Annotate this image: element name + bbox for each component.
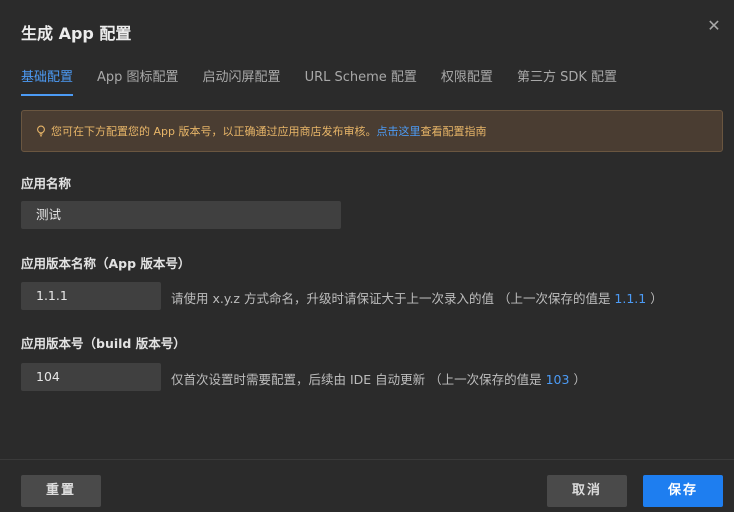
version-name-hint: 请使用 x.y.z 方式命名，升级时请保证大于上一次录入的值 （上一次保存的值是… (171, 288, 663, 307)
tab-third-party-sdk-config[interactable]: 第三方 SDK 配置 (517, 68, 617, 96)
lightbulb-icon (37, 125, 45, 137)
version-name-hint-suffix: ） (646, 291, 663, 306)
generate-app-config-dialog: 生成 App 配置 ✕ 基础配置 App 图标配置 启动闪屏配置 URL Sch… (0, 0, 734, 512)
tab-url-scheme-config[interactable]: URL Scheme 配置 (305, 68, 417, 96)
notice-text: 您可在下方配置您的 App 版本号，以正确通过应用商店发布审核。 (51, 125, 377, 138)
notice-suffix: 查看配置指南 (420, 125, 487, 138)
version-code-hint: 仅首次设置时需要配置，后续由 IDE 自动更新 （上一次保存的值是 103 ） (171, 369, 586, 388)
version-code-hint-suffix: ） (569, 372, 586, 387)
save-button[interactable]: 保存 (643, 475, 723, 507)
app-name-label: 应用名称 (21, 176, 72, 191)
app-name-input[interactable]: 测试 (21, 201, 341, 229)
close-icon[interactable]: ✕ (704, 16, 724, 36)
tab-permission-config[interactable]: 权限配置 (441, 68, 493, 96)
version-code-input[interactable]: 104 (21, 363, 161, 391)
config-tabs: 基础配置 App 图标配置 启动闪屏配置 URL Scheme 配置 权限配置 … (21, 68, 641, 98)
version-name-input[interactable]: 1.1.1 (21, 282, 161, 310)
notice-guide-link[interactable]: 点击这里 (376, 123, 420, 139)
info-notice: 您可在下方配置您的 App 版本号，以正确通过应用商店发布审核。 点击这里 查看配置… (21, 110, 723, 152)
dialog-title: 生成 App 配置 (21, 24, 132, 43)
cancel-button[interactable]: 取消 (547, 475, 627, 507)
version-name-label: 应用版本名称（App 版本号） (21, 256, 191, 271)
version-name-hint-text: 请使用 x.y.z 方式命名，升级时请保证大于上一次录入的值 （上一次保存的值是 (171, 291, 615, 306)
tab-basic-config[interactable]: 基础配置 (21, 68, 74, 96)
version-code-last-value: 103 (545, 372, 570, 387)
version-name-last-value: 1.1.1 (614, 291, 647, 306)
tab-splash-config[interactable]: 启动闪屏配置 (203, 68, 281, 96)
reset-button[interactable]: 重置 (21, 475, 101, 507)
version-code-hint-text: 仅首次设置时需要配置，后续由 IDE 自动更新 （上一次保存的值是 (171, 372, 546, 387)
version-code-label: 应用版本号（build 版本号） (21, 336, 186, 351)
dialog-footer: 重置 取消 保存 (0, 459, 734, 512)
tab-app-icon-config[interactable]: App 图标配置 (97, 68, 179, 96)
